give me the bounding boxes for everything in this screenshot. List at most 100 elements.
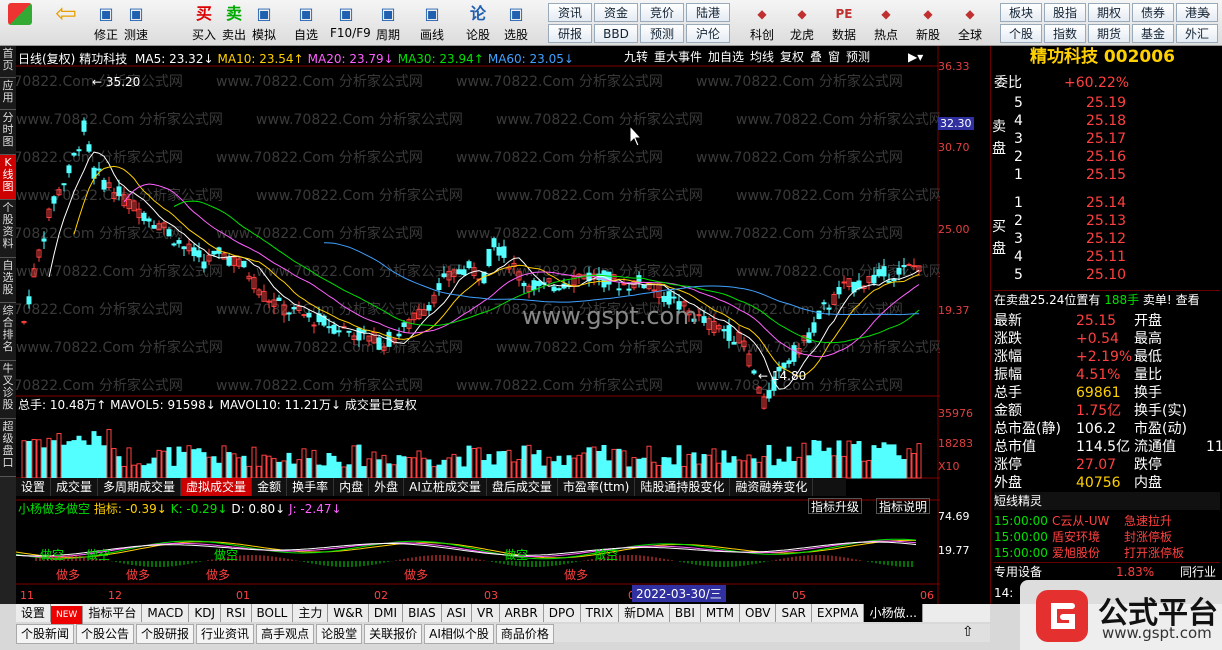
chart-btn-7[interactable]: 预测 xyxy=(844,49,872,65)
market-指数[interactable]: 指数 xyxy=(1044,24,1086,43)
news-tab-5[interactable]: 论股堂 xyxy=(316,624,363,644)
close-panel-icon[interactable]: ▶▾ xyxy=(906,49,925,65)
indicator-tab-14[interactable]: DPO xyxy=(544,604,581,622)
indicator-tab-4[interactable]: KDJ xyxy=(189,604,221,622)
vol-tab-1[interactable]: 成交量 xyxy=(51,478,99,496)
ask-row[interactable]: 2 25.16 xyxy=(994,148,1220,166)
vol-tab-10[interactable]: 市盈率(ttm) xyxy=(558,478,636,496)
vol-tab-3[interactable]: 虚拟成交量 xyxy=(181,478,253,496)
ask-row[interactable]: 5 25.19 xyxy=(994,94,1220,112)
科创-button[interactable]: ◆ 科创 xyxy=(746,2,778,44)
indicator-tab-22[interactable]: 小杨做... xyxy=(864,604,923,622)
kline-chart-panel[interactable]: www.70822.Com 分析家公式网 www.70822.Com 分析家公式网… xyxy=(16,46,940,604)
market-板块[interactable]: 板块 xyxy=(1000,3,1042,22)
market-股指[interactable]: 股指 xyxy=(1044,3,1086,22)
chart-btn-5[interactable]: 叠 xyxy=(808,49,824,65)
quick-沪伦[interactable]: 沪伦 xyxy=(686,24,730,43)
indicator-help-button[interactable]: 指标说明 xyxy=(876,498,931,514)
vol-tab-8[interactable]: AI立桩成交量 xyxy=(404,478,487,496)
market-期权[interactable]: 期权 xyxy=(1088,3,1130,22)
vol-tab-2[interactable]: 多周期成交量 xyxy=(98,478,182,496)
新股-button[interactable]: ◆ 新股 xyxy=(912,2,944,44)
news-tab-2[interactable]: 个股研报 xyxy=(136,624,195,644)
quick-资金[interactable]: 资金 xyxy=(594,3,638,22)
indicator-tab-0[interactable]: 设置 xyxy=(16,604,52,622)
indicator-tab-9[interactable]: DMI xyxy=(369,604,404,622)
indicator-tab-20[interactable]: SAR xyxy=(776,604,812,622)
short-line-item[interactable]: 15:00:00 爱旭股份 打开涨停板 xyxy=(994,544,1220,562)
back-arrow-icon[interactable]: ⇦ xyxy=(50,1,82,44)
indicator-tab-19[interactable]: OBV xyxy=(740,604,777,622)
修正-button[interactable]: ▣ 修正 xyxy=(90,2,122,44)
测速-button[interactable]: ▣ 测速 xyxy=(120,2,152,44)
模拟-button[interactable]: ▣ 模拟 xyxy=(248,2,280,44)
bid-row[interactable]: 2 25.13 xyxy=(994,212,1220,230)
indicator-upgrade-button[interactable]: 指标升级 xyxy=(808,498,863,514)
indicator-tab-6[interactable]: BOLL xyxy=(252,604,294,622)
indicator-tab-21[interactable]: EXPMA xyxy=(812,604,865,622)
龙虎-button[interactable]: ◆ 龙虎 xyxy=(786,2,818,44)
indicator-tab-12[interactable]: VR xyxy=(472,604,500,622)
热点-button[interactable]: ◆ 热点 xyxy=(870,2,902,44)
ask-row[interactable]: 3 25.17 xyxy=(994,130,1220,148)
bid-row[interactable]: 4 25.11 xyxy=(994,248,1220,266)
left-tab-6[interactable]: 综合排名 xyxy=(0,303,16,361)
选股-button[interactable]: ▣ 选股 xyxy=(500,2,532,44)
自选-button[interactable]: ▣ 自选 xyxy=(290,2,322,44)
left-tab-7[interactable]: 牛叉诊股 xyxy=(0,361,16,419)
news-tab-7[interactable]: AI相似个股 xyxy=(424,624,494,644)
left-tab-3[interactable]: K线图 xyxy=(0,155,16,200)
vol-tab-7[interactable]: 外盘 xyxy=(369,478,405,496)
left-tab-1[interactable]: 应用 xyxy=(0,78,16,110)
news-tab-3[interactable]: 行业资讯 xyxy=(196,624,255,644)
卖出-button[interactable]: 卖卖出 xyxy=(218,2,250,44)
indicator-tab-7[interactable]: 主力 xyxy=(293,604,329,622)
indicator-tab-15[interactable]: TRIX xyxy=(581,604,620,622)
ask-row[interactable]: 1 25.15 xyxy=(994,166,1220,184)
画线-button[interactable]: ▣ 画线 xyxy=(416,2,448,44)
left-tab-4[interactable]: 个股资料 xyxy=(0,200,16,258)
left-tab-2[interactable]: 分时图 xyxy=(0,110,16,155)
vol-tab-5[interactable]: 换手率 xyxy=(287,478,335,496)
news-tab-1[interactable]: 个股公告 xyxy=(76,624,135,644)
vol-tab-9[interactable]: 盘后成交量 xyxy=(487,478,558,496)
left-tab-5[interactable]: 自选股 xyxy=(0,258,16,303)
周期-button[interactable]: ▣ 周期 xyxy=(372,2,404,44)
indicator-tab-16[interactable]: 新DMA xyxy=(619,604,670,622)
vol-tab-11[interactable]: 陆股通持股变化 xyxy=(635,478,731,496)
quick-陆港[interactable]: 陆港 xyxy=(686,3,730,22)
quick-研报[interactable]: 研报 xyxy=(548,24,592,43)
grid-menu-icon[interactable] xyxy=(4,2,36,44)
ask-row[interactable]: 4 25.18 xyxy=(994,112,1220,130)
bid-row[interactable]: 5 25.10 xyxy=(994,266,1220,284)
toolbar-scroll-right[interactable]: › xyxy=(1196,2,1220,44)
买入-button[interactable]: 买买入 xyxy=(188,2,220,44)
F10/F9-button[interactable]: ▣ F10/F9 xyxy=(330,2,371,44)
industry-peer-link[interactable]: 同行业 xyxy=(1180,563,1216,581)
chart-btn-0[interactable]: 九转 xyxy=(622,49,650,65)
vol-tab-4[interactable]: 金额 xyxy=(252,478,288,496)
news-tab-0[interactable]: 个股新闻 xyxy=(16,624,75,644)
vol-tab-12[interactable]: 融资融券变化 xyxy=(730,478,814,496)
数据-button[interactable]: PE 数据 xyxy=(828,2,860,44)
chart-btn-3[interactable]: 均线 xyxy=(748,49,776,65)
全球-button[interactable]: ◆ 全球 xyxy=(954,2,986,44)
chart-btn-4[interactable]: 复权 xyxy=(778,49,806,65)
vol-tab-6[interactable]: 内盘 xyxy=(334,478,370,496)
indicator-tab-8[interactable]: W&R xyxy=(328,604,369,622)
quick-预测[interactable]: 预测 xyxy=(640,24,684,43)
left-tab-0[interactable]: 首页 xyxy=(0,46,16,78)
market-个股[interactable]: 个股 xyxy=(1000,24,1042,43)
quick-资讯[interactable]: 资讯 xyxy=(548,3,592,22)
论股-button[interactable]: 论论股 xyxy=(462,2,494,44)
indicator-tab-3[interactable]: MACD xyxy=(142,604,190,622)
market-期货[interactable]: 期货 xyxy=(1088,24,1130,43)
quick-BBD[interactable]: BBD xyxy=(594,24,638,43)
indicator-tab-1[interactable]: NEW xyxy=(51,606,84,624)
indicator-tab-11[interactable]: ASI xyxy=(442,604,473,622)
expand-up-icon[interactable]: ⇧ xyxy=(962,624,974,640)
indicator-tab-2[interactable]: 指标平台 xyxy=(83,604,143,622)
left-tab-8[interactable]: 超级盘口 xyxy=(0,419,16,477)
news-tab-8[interactable]: 商品价格 xyxy=(495,624,554,644)
chart-btn-1[interactable]: 重大事件 xyxy=(652,49,704,65)
